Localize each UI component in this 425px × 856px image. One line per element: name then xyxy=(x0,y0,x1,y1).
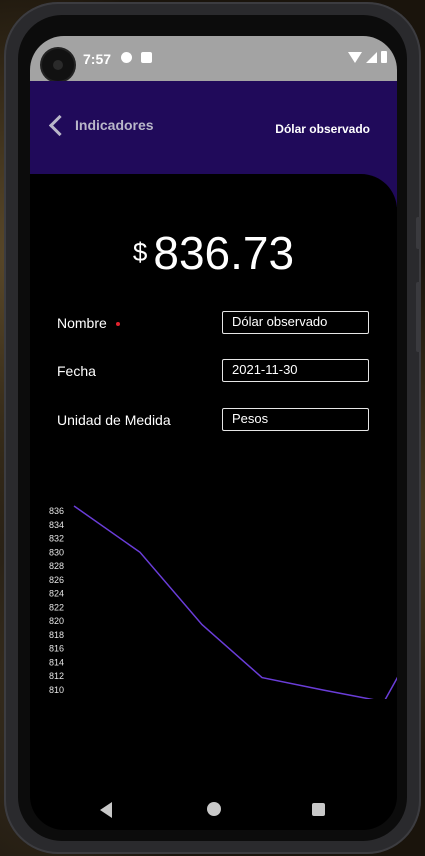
back-arrow-icon xyxy=(48,114,71,136)
navigation-bar xyxy=(30,788,397,830)
field-label-text: Nombre xyxy=(57,315,107,331)
status-time: 7:57 xyxy=(83,51,112,67)
fecha-field[interactable]: 2021-11-30 xyxy=(222,359,369,382)
y-tick-label: 836 xyxy=(49,506,64,516)
nav-back-icon[interactable] xyxy=(100,802,112,818)
screen: 7:57 Indicadores Dólar observado $836.73… xyxy=(30,36,397,830)
nav-recents-icon[interactable] xyxy=(312,803,325,816)
y-tick-label: 818 xyxy=(49,630,64,640)
battery-icon xyxy=(381,51,387,63)
nav-home-icon[interactable] xyxy=(207,802,221,816)
nombre-field[interactable]: Dólar observado xyxy=(222,311,369,334)
signal-dot-icon xyxy=(121,52,132,63)
y-tick-label: 824 xyxy=(49,589,64,599)
back-button[interactable]: Indicadores xyxy=(48,114,154,136)
power-button xyxy=(416,282,421,352)
field-nombre: Nombre Dólar observado xyxy=(57,311,370,335)
indicator-amount: 836.73 xyxy=(153,227,295,279)
status-right-icons xyxy=(348,51,387,63)
y-tick-label: 834 xyxy=(49,520,64,530)
field-unidad: Unidad de Medida Pesos xyxy=(57,408,370,432)
field-label: Unidad de Medida xyxy=(57,412,171,428)
wifi-icon xyxy=(348,51,362,63)
line-chart: 836 834 832 830 828 826 824 822 820 818 816 814 812 8… xyxy=(49,505,397,699)
y-tick-label: 816 xyxy=(49,644,64,654)
indicator-value: $836.73 xyxy=(30,226,397,280)
status-bar: 7:57 xyxy=(30,36,397,81)
y-tick-label: 832 xyxy=(49,534,64,544)
camera-icon xyxy=(42,49,74,81)
y-tick-label: 830 xyxy=(49,547,64,557)
y-tick-label: 828 xyxy=(49,561,64,571)
y-tick-label: 814 xyxy=(49,657,64,667)
header-title: Dólar observado xyxy=(275,122,370,136)
y-tick-label: 826 xyxy=(49,575,64,585)
unidad-field[interactable]: Pesos xyxy=(222,408,369,431)
cellular-icon xyxy=(366,51,377,63)
required-dot-icon xyxy=(115,322,120,326)
y-tick-label: 822 xyxy=(49,602,64,612)
sim-card-icon xyxy=(141,52,152,63)
volume-button xyxy=(416,217,421,249)
field-label: Fecha xyxy=(57,363,96,379)
back-label: Indicadores xyxy=(75,117,154,133)
currency-symbol: $ xyxy=(132,237,148,267)
app-header: Indicadores Dólar observado xyxy=(30,81,397,254)
field-fecha: Fecha 2021-11-30 xyxy=(57,359,370,383)
field-label: Nombre xyxy=(57,315,120,331)
y-tick-label: 812 xyxy=(49,671,64,681)
y-tick-label: 810 xyxy=(49,685,64,695)
y-tick-label: 820 xyxy=(49,616,64,626)
series-line xyxy=(73,505,397,699)
